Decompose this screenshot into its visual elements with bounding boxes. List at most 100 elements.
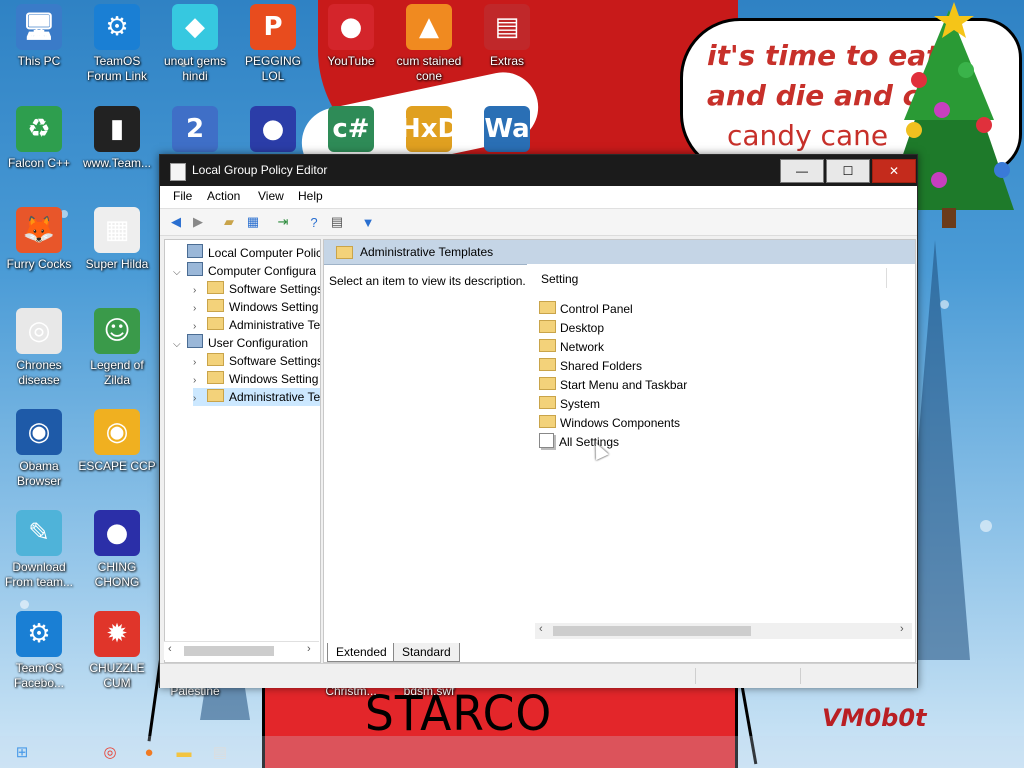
- desktop-icon-label: Download From team...: [4, 560, 73, 589]
- details-horizontal-scrollbar[interactable]: ‹ ›: [535, 623, 912, 639]
- status-divider: [695, 668, 696, 684]
- taskbar-chrome-icon[interactable]: ◎: [98, 740, 122, 764]
- escape-ccp-icon: ◉: [94, 409, 140, 455]
- desktop-icon-label: Legend of Zilda: [90, 358, 144, 387]
- desktop-icon-teamos-facebook[interactable]: ⚙ TeamOS Facebo...: [0, 611, 78, 691]
- up-folder-icon[interactable]: ▰: [220, 213, 238, 231]
- desktop-icon-legend-of-zilda[interactable]: ☺ Legend of Zilda: [78, 308, 156, 388]
- tab-standard[interactable]: Standard: [393, 643, 460, 662]
- tree-item-label: Windows Setting: [229, 372, 319, 386]
- desktop-icon-www-team[interactable]: ▮ www.Team...: [78, 106, 156, 171]
- list-item[interactable]: Control Panel: [539, 300, 633, 319]
- expand-chevron-icon[interactable]: ⌵: [173, 336, 187, 354]
- desktop-icon-wa-tool[interactable]: Wa: [468, 106, 546, 156]
- title-bar[interactable]: Local Group Policy Editor — ☐ ✕: [160, 155, 917, 186]
- minimize-button[interactable]: —: [780, 159, 824, 183]
- menu-view[interactable]: View: [258, 189, 284, 203]
- desktop-icon-this-pc[interactable]: 🖥 This PC: [0, 4, 78, 69]
- show-hide-tree-icon[interactable]: ▦: [244, 213, 262, 231]
- tree-item[interactable]: › Administrative Te: [193, 388, 320, 406]
- details-header: Administrative Templates: [324, 240, 915, 265]
- desktop-icon-label: Furry Cocks: [6, 257, 72, 271]
- folder-icon: [336, 246, 353, 259]
- properties-icon[interactable]: ▤: [328, 213, 346, 231]
- desktop-icon-furry-cocks[interactable]: 🦊 Furry Cocks: [0, 207, 78, 272]
- list-item[interactable]: Desktop: [539, 319, 604, 338]
- desktop-icon-teamos-forum-link[interactable]: ⚙ TeamOS Forum Link: [78, 4, 156, 84]
- tree-item[interactable]: › Administrative Te: [193, 316, 320, 334]
- list-item[interactable]: Shared Folders: [539, 357, 642, 376]
- user-config-icon: [187, 334, 203, 348]
- scroll-right-arrow-icon[interactable]: ›: [900, 623, 904, 635]
- scroll-left-arrow-icon[interactable]: ‹: [539, 623, 543, 635]
- tree-item-label: User Configuration: [208, 336, 309, 350]
- expand-chevron-icon[interactable]: ⌵: [173, 264, 187, 282]
- desktop-icon-label: cum stained cone: [396, 54, 462, 83]
- menu-action[interactable]: Action: [207, 189, 240, 203]
- desktop-icon-escape-ccp[interactable]: ◉ ESCAPE CCP: [78, 409, 156, 474]
- column-separator[interactable]: [886, 268, 887, 288]
- list-item[interactable]: Start Menu and Taskbar: [539, 376, 687, 395]
- desktop-icon-cum-stained-cone[interactable]: ▲ cum stained cone: [390, 4, 468, 84]
- desktop-icon-youtube[interactable]: ● YouTube: [312, 4, 390, 69]
- menu-file[interactable]: File: [173, 189, 192, 203]
- desktop-icon-falcon-cpp[interactable]: ♻ Falcon C++: [0, 106, 78, 171]
- desktop-icon-chrome-disease[interactable]: ◎ Chrones disease: [0, 308, 78, 388]
- desktop-icon-extras[interactable]: ▤ Extras: [468, 4, 546, 69]
- desktop-icon-label: Chrones disease: [16, 358, 62, 387]
- scroll-left-arrow-icon[interactable]: ‹: [168, 643, 172, 655]
- menu-help[interactable]: Help: [298, 189, 323, 203]
- taskbar-explorer-icon[interactable]: ▬: [172, 740, 196, 764]
- export-list-icon[interactable]: ⇥: [274, 213, 292, 231]
- list-item[interactable]: Windows Components: [539, 414, 680, 433]
- tree-item[interactable]: ⌵ User Configuration: [173, 334, 308, 352]
- tree-item[interactable]: Local Computer Policy: [173, 244, 320, 262]
- close-button[interactable]: ✕: [872, 159, 916, 183]
- tree-item[interactable]: › Windows Setting: [193, 298, 318, 316]
- back-arrow-icon[interactable]: ◀: [167, 213, 185, 231]
- taskbar-start-icon[interactable]: ⊞: [10, 740, 34, 764]
- expand-chevron-icon[interactable]: ›: [193, 390, 207, 408]
- desktop-icon-label: CHING CHONG: [94, 560, 140, 589]
- tree-horizontal-scrollbar[interactable]: ‹ ›: [164, 641, 319, 660]
- taskbar-gpedit-icon[interactable]: ▤: [208, 740, 232, 764]
- list-item-label: Network: [560, 340, 605, 354]
- help-icon[interactable]: ?: [305, 213, 323, 231]
- desktop-icon-ching-chong[interactable]: ● CHING CHONG: [78, 510, 156, 590]
- taskbar-firefox-icon[interactable]: ●: [137, 740, 161, 764]
- list-item[interactable]: All Settings: [539, 433, 619, 452]
- desktop-icon-number-2[interactable]: 2: [156, 106, 234, 156]
- tree-item[interactable]: › Windows Setting: [193, 370, 318, 388]
- desktop-icon-label: Extras: [489, 54, 524, 68]
- desktop-icon-super-hilda[interactable]: ▦ Super Hilda: [78, 207, 156, 272]
- desktop-icon-uncut-gems-hindi[interactable]: ◆ uncut gems hindi: [156, 4, 234, 84]
- desktop-icon-hxd[interactable]: HxD: [390, 106, 468, 156]
- list-item-label: Windows Components: [560, 416, 681, 430]
- desktop-icon-ornament-blue[interactable]: ●: [234, 106, 312, 156]
- desktop-icon-label: TeamOS Facebo...: [13, 661, 65, 690]
- tree-item[interactable]: ⌵ Computer Configura: [173, 262, 316, 280]
- pegging-lol-icon: P: [250, 4, 296, 50]
- desktop-icon-pegging-lol[interactable]: P PEGGING LOL: [234, 4, 312, 84]
- forward-arrow-icon[interactable]: ▶: [189, 213, 207, 231]
- list-item[interactable]: Network: [539, 338, 604, 357]
- desktop-icon-obama-browser[interactable]: ◉ Obama Browser: [0, 409, 78, 489]
- tab-extended[interactable]: Extended: [327, 643, 396, 662]
- maximize-button[interactable]: ☐: [826, 159, 870, 183]
- tree-item[interactable]: › Software Settings: [193, 280, 320, 298]
- tree-item[interactable]: › Software Settings: [193, 352, 320, 370]
- list-item[interactable]: System: [539, 395, 600, 414]
- desktop-icon-chuzzle-cum[interactable]: ✹ CHUZZLE CUM: [78, 611, 156, 691]
- www-team-icon: ▮: [94, 106, 140, 152]
- details-scroll-thumb[interactable]: [553, 626, 751, 636]
- column-header-setting[interactable]: Setting: [541, 272, 578, 286]
- desktop-icon-csharp-tool[interactable]: c#: [312, 106, 390, 156]
- desktop-icon-label: TeamOS Forum Link: [86, 54, 148, 83]
- desktop-icon-download-from-team[interactable]: ✎ Download From team...: [0, 510, 78, 590]
- tree-scroll-thumb[interactable]: [184, 646, 274, 656]
- filter-icon[interactable]: ▼: [359, 213, 377, 231]
- scroll-right-arrow-icon[interactable]: ›: [307, 643, 311, 655]
- menu-bar: File Action View Help: [160, 186, 917, 209]
- folder-icon: [539, 358, 556, 371]
- desktop-icon-label: ESCAPE CCP: [78, 459, 156, 473]
